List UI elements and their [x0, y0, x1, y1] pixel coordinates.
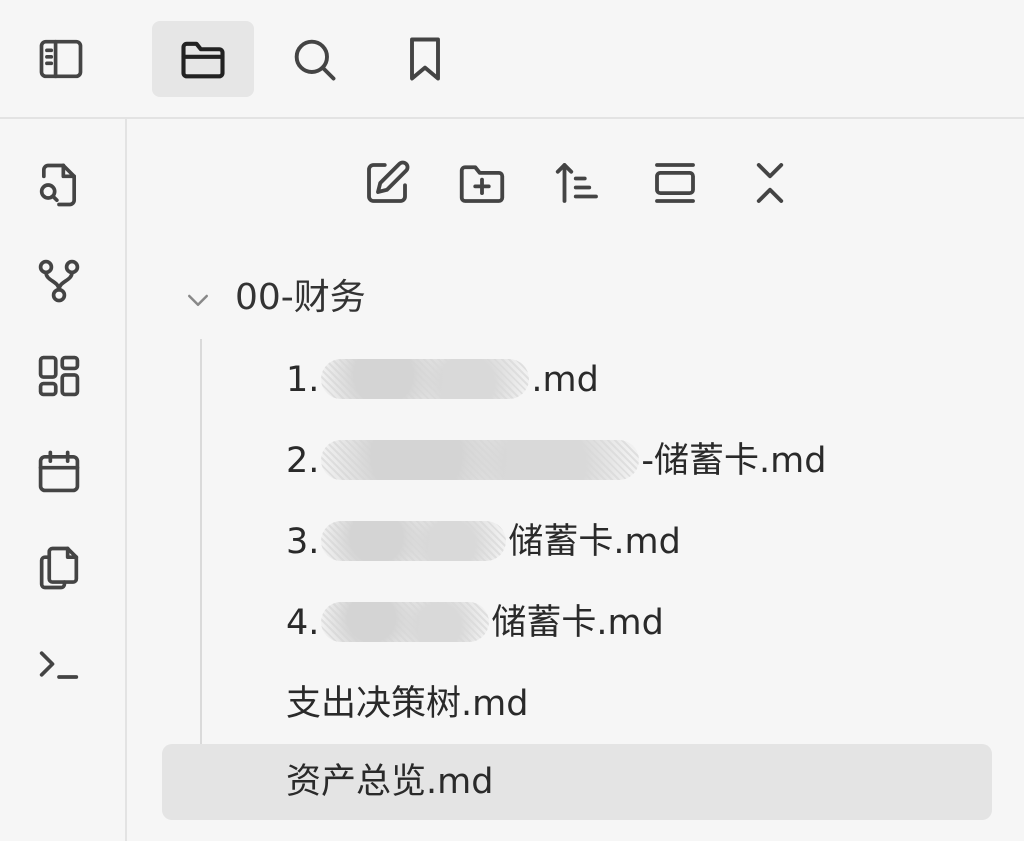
terminal-icon: [33, 638, 85, 690]
file-name: 1. .md: [286, 356, 599, 404]
sort-button[interactable]: [546, 151, 610, 215]
file-item[interactable]: 2. -储蓄卡.md: [162, 423, 992, 499]
file-item[interactable]: 3. 储蓄卡.md: [162, 504, 992, 580]
file-name: 4. 储蓄卡.md: [286, 599, 664, 647]
copy-icon: [33, 542, 85, 594]
bookmark-icon: [399, 33, 451, 85]
chevron-down-icon[interactable]: [183, 286, 213, 316]
new-note-icon: [360, 156, 414, 210]
daily-note-button[interactable]: [29, 442, 89, 502]
file-name-suffix: 储蓄卡.md: [508, 522, 681, 562]
top-bar: [0, 0, 1024, 119]
file-item[interactable]: 支出决策树.md: [162, 666, 992, 742]
collapse-all-button[interactable]: [738, 151, 802, 215]
redacted-text: [321, 602, 490, 642]
file-name-suffix: -储蓄卡.md: [641, 441, 827, 481]
search-icon: [288, 33, 340, 85]
redacted-text: [321, 440, 640, 480]
quick-switcher-button[interactable]: [29, 155, 89, 215]
sidebar-toggle-icon: [35, 33, 87, 85]
file-search-icon: [33, 159, 85, 211]
new-note-button[interactable]: [355, 151, 419, 215]
file-item[interactable]: 1. .md: [162, 342, 992, 418]
file-name: 资产总览.md: [286, 762, 494, 802]
new-folder-button[interactable]: [450, 151, 514, 215]
bookmarks-tab-button[interactable]: [374, 21, 476, 97]
file-name-prefix: 1.: [286, 360, 320, 400]
canvas-button[interactable]: [29, 346, 89, 406]
file-name-prefix: 3.: [286, 522, 320, 562]
command-palette-button[interactable]: [29, 634, 89, 694]
file-name: 支出决策树.md: [286, 684, 529, 724]
graph-view-button[interactable]: [29, 250, 89, 310]
redacted-text: [321, 359, 530, 399]
file-item-active[interactable]: 资产总览.md: [162, 744, 992, 820]
folder-icon: [177, 33, 229, 85]
file-explorer: 00-财务 1. .md 2. -储蓄卡.md 3. 储蓄卡.md 4. 储蓄卡.md …: [127, 119, 1024, 841]
folder-row[interactable]: 00-财务: [167, 269, 987, 327]
new-folder-icon: [455, 156, 509, 210]
file-name: 3. 储蓄卡.md: [286, 518, 681, 566]
folder-name: 00-财务: [235, 277, 366, 318]
auto-reveal-button[interactable]: [643, 151, 707, 215]
files-tab-button[interactable]: [152, 21, 254, 97]
graph-icon: [33, 254, 85, 306]
file-name-prefix: 4.: [286, 603, 320, 643]
search-tab-button[interactable]: [263, 21, 365, 97]
file-name: 2. -储蓄卡.md: [286, 437, 826, 485]
grid-icon: [33, 350, 85, 402]
left-ribbon: [0, 119, 127, 841]
file-item[interactable]: 4. 储蓄卡.md: [162, 585, 992, 661]
redacted-text: [321, 521, 507, 561]
calendar-icon: [33, 446, 85, 498]
sort-icon: [551, 156, 605, 210]
file-name-prefix: 2.: [286, 441, 320, 481]
templates-button[interactable]: [29, 538, 89, 598]
sidebar-toggle-button[interactable]: [10, 21, 112, 97]
expand-collapse-icon: [743, 156, 797, 210]
collapse-view-icon: [648, 156, 702, 210]
file-name-suffix: .md: [531, 360, 599, 400]
file-name-suffix: 储蓄卡.md: [491, 603, 664, 643]
